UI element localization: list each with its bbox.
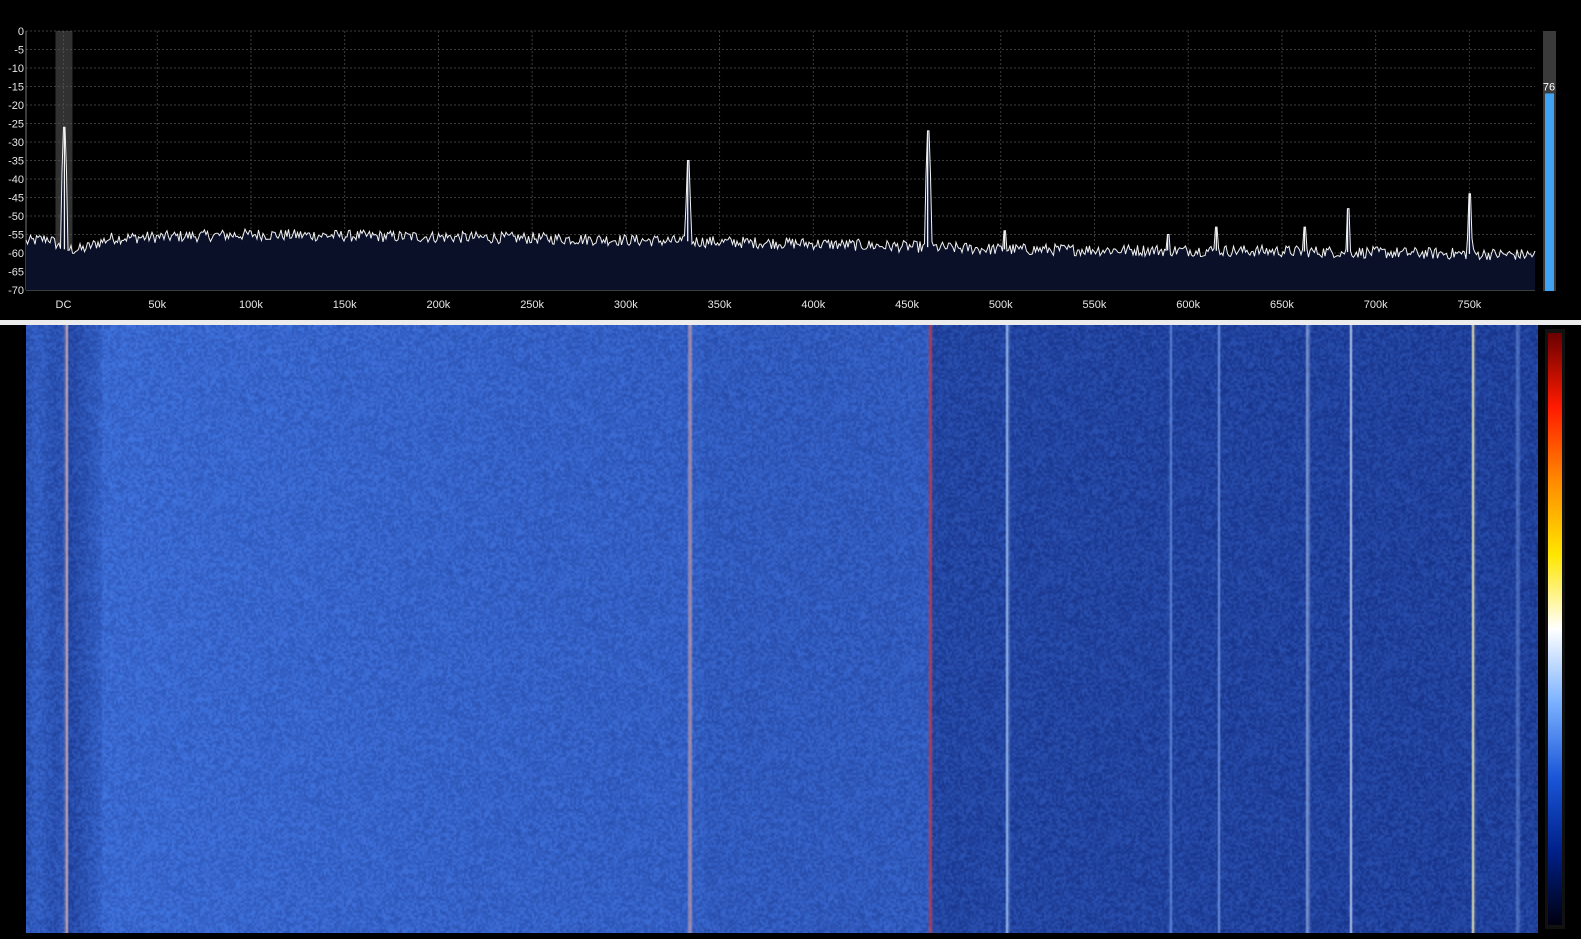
gain-slider[interactable]: 76 (1543, 31, 1556, 292)
x-tick-label: 100k (239, 299, 263, 311)
spectrum-panel[interactable]: 0 -5 -10 -15 -20 -25 -30 -35 -40 -45 -50 -55 -60 -65 -… (0, 0, 1581, 320)
y-tick-label: -40 (8, 174, 24, 186)
x-tick-label: 700k (1364, 299, 1388, 311)
y-tick-label: -35 (8, 156, 24, 168)
waterfall-panel[interactable] (0, 325, 1581, 939)
y-tick-label: -65 (8, 267, 24, 279)
y-tick-label: -5 (14, 45, 24, 57)
x-tick-label: DC (56, 299, 72, 311)
x-tick-label: 500k (989, 299, 1013, 311)
y-tick-label: -50 (8, 211, 24, 223)
x-tick-label: 250k (520, 299, 544, 311)
y-tick-label: -45 (8, 193, 24, 205)
x-tick-label: 650k (1270, 299, 1294, 311)
x-tick-label: 750k (1457, 299, 1481, 311)
x-tick-label: 550k (1083, 299, 1107, 311)
x-tick-label: 50k (148, 299, 166, 311)
gain-slider-fill[interactable] (1545, 93, 1554, 292)
y-tick-label: -70 (8, 285, 24, 297)
gain-value-label: 76 (1543, 81, 1555, 93)
x-tick-label: 150k (333, 299, 357, 311)
x-tick-label: 450k (895, 299, 919, 311)
waterfall-color-scale[interactable] (1548, 333, 1562, 925)
y-tick-label: -15 (8, 82, 24, 94)
y-tick-label: -25 (8, 119, 24, 131)
spectrum-display[interactable]: 0 -5 -10 -15 -20 -25 -30 -35 -40 -45 -50 -55 -60 -65 -… (0, 0, 1581, 320)
x-tick-label: 400k (801, 299, 825, 311)
waterfall-display[interactable] (26, 325, 1538, 933)
x-tick-label: 350k (708, 299, 732, 311)
y-axis: 0 -5 -10 -15 -20 -25 -30 -35 -40 -45 -50 -55 -60 -65 -… (8, 26, 24, 297)
y-tick-label: -10 (8, 63, 24, 75)
x-tick-label: 300k (614, 299, 638, 311)
y-tick-label: -55 (8, 230, 24, 242)
y-tick-label: -30 (8, 137, 24, 149)
x-tick-label: 600k (1176, 299, 1200, 311)
y-tick-label: -60 (8, 248, 24, 260)
y-tick-label: -20 (8, 100, 24, 112)
y-tick-label: 0 (18, 26, 24, 38)
x-tick-label: 200k (426, 299, 450, 311)
